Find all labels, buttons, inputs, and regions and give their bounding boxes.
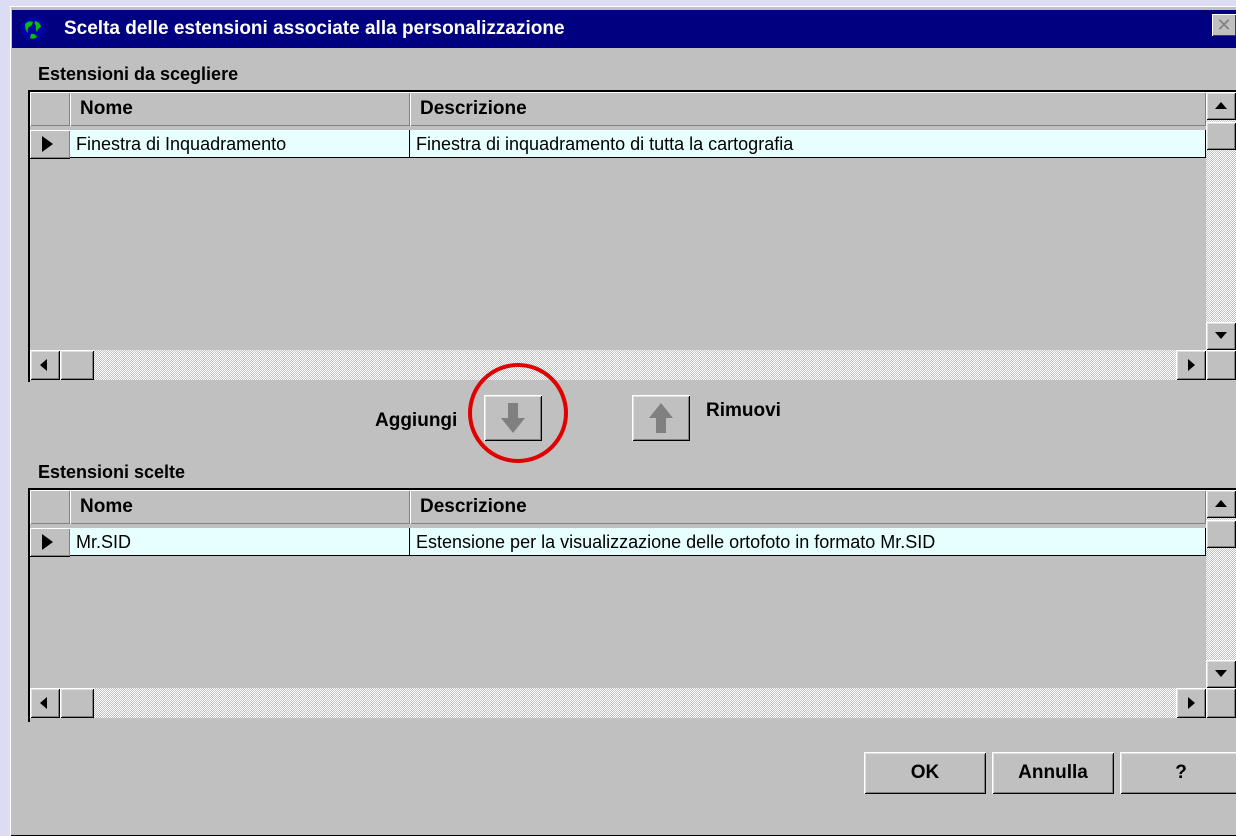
scroll-thumb[interactable]: [1206, 520, 1236, 548]
row-pointer-icon: [42, 534, 53, 550]
close-button[interactable]: ✕: [1212, 14, 1236, 36]
scroll-down-icon: [1215, 332, 1227, 339]
available-grid-caption: Estensioni da scegliere: [38, 64, 239, 84]
selected-grid-caption: Estensioni scelte: [38, 462, 186, 482]
remove-label: Rimuovi: [706, 400, 781, 421]
row-indicator-header: [30, 92, 70, 126]
globe-icon: [21, 17, 45, 41]
row-indicator-header: [30, 490, 70, 524]
scroll-left-icon: [40, 359, 47, 371]
hscroll-thumb[interactable]: [60, 688, 94, 718]
close-icon: ✕: [1216, 15, 1232, 35]
selected-grid[interactable]: Nome Descrizione Mr.SID Estensione per l…: [28, 488, 1236, 722]
horizontal-scrollbar[interactable]: [30, 350, 1206, 380]
row-indicator[interactable]: [30, 528, 70, 557]
scroll-up-icon: [1215, 102, 1227, 109]
available-grid[interactable]: Nome Descrizione Finestra di Inquadramen…: [28, 90, 1236, 382]
hscroll-thumb[interactable]: [60, 350, 94, 380]
scroll-left-button[interactable]: [30, 350, 60, 380]
window-title: Scelta delle estensioni associate alla p…: [64, 18, 565, 39]
remove-button[interactable]: [632, 395, 690, 441]
arrow-up-icon: [649, 403, 673, 433]
vertical-scrollbar[interactable]: [1206, 92, 1236, 350]
highlight-circle: [468, 363, 568, 463]
cell-descrizione[interactable]: Estensione per la visualizzazione delle …: [410, 528, 1206, 556]
column-header-descrizione[interactable]: Descrizione: [410, 490, 1206, 524]
column-header-nome[interactable]: Nome: [70, 92, 410, 126]
cell-nome[interactable]: Finestra di Inquadramento: [70, 130, 410, 158]
cell-descrizione[interactable]: Finestra di inquadramento di tutta la ca…: [410, 130, 1206, 158]
scroll-right-icon: [1188, 697, 1195, 709]
scroll-right-button[interactable]: [1176, 350, 1206, 380]
horizontal-scrollbar[interactable]: [30, 688, 1206, 718]
scroll-up-button[interactable]: [1206, 490, 1236, 518]
scroll-right-button[interactable]: [1176, 688, 1206, 718]
scroll-corner: [1206, 350, 1236, 380]
scroll-thumb[interactable]: [1206, 122, 1236, 150]
scroll-right-icon: [1188, 359, 1195, 371]
cell-nome[interactable]: Mr.SID: [70, 528, 410, 556]
scroll-up-icon: [1215, 500, 1227, 507]
help-button[interactable]: ?: [1120, 752, 1236, 794]
scroll-left-icon: [40, 697, 47, 709]
scroll-down-button[interactable]: [1206, 322, 1236, 350]
row-indicator[interactable]: [30, 130, 70, 159]
column-header-descrizione[interactable]: Descrizione: [410, 92, 1206, 126]
add-label: Aggiungi: [375, 410, 458, 431]
cancel-button[interactable]: Annulla: [992, 752, 1114, 794]
row-pointer-icon: [42, 136, 53, 152]
scroll-corner: [1206, 688, 1236, 718]
scroll-down-button[interactable]: [1206, 660, 1236, 688]
scroll-down-icon: [1215, 670, 1227, 677]
scroll-left-button[interactable]: [30, 688, 60, 718]
title-bar[interactable]: Scelta delle estensioni associate alla p…: [12, 10, 1236, 48]
ok-button[interactable]: OK: [864, 752, 986, 794]
column-header-nome[interactable]: Nome: [70, 490, 410, 524]
scroll-up-button[interactable]: [1206, 92, 1236, 120]
vertical-scrollbar[interactable]: [1206, 490, 1236, 688]
